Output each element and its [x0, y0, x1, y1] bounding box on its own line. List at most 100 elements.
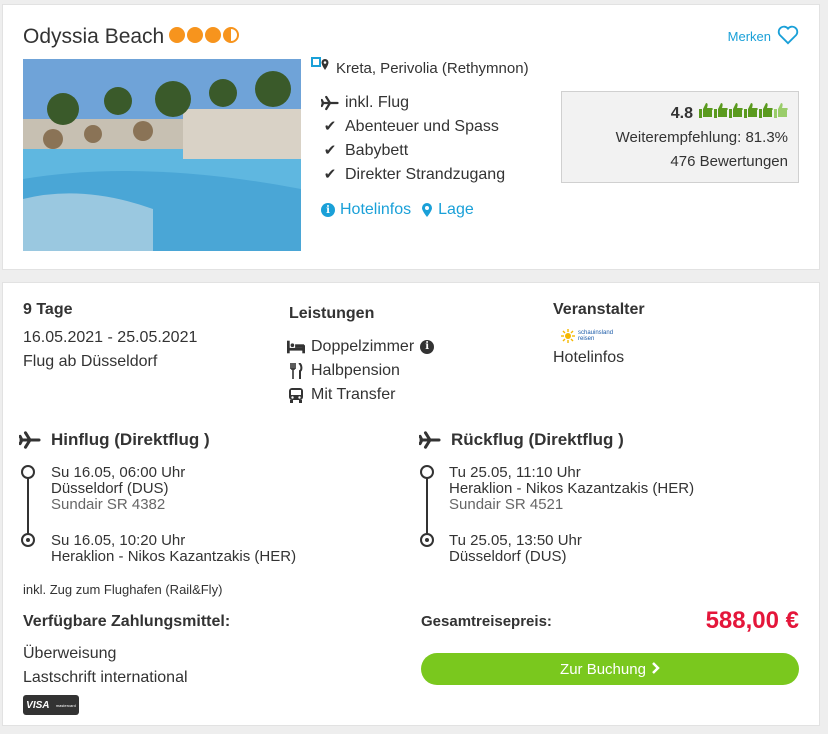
rail-note: inkl. Zug zum Flughafen (Rail&Fly) [23, 582, 223, 597]
map-marker-icon [421, 202, 433, 218]
arrival-airport-name: Düsseldorf (DUS) [449, 548, 567, 565]
thumb-up-icon [744, 102, 758, 126]
arrival-time: Su 16.05, 10:20 Uhr [51, 532, 186, 549]
book-button-label: Zur Buchung [560, 660, 646, 678]
bed-icon [287, 340, 305, 354]
services-list: Doppelzimmer i Halbpension Mit Transfer [287, 335, 435, 407]
star-rating [169, 27, 239, 43]
feature-label: Abenteuer und Spass [345, 118, 499, 135]
thumbs-rating [699, 102, 788, 126]
location-text: Kreta, Perivolia (Rethymnon) [336, 59, 529, 77]
star-icon [169, 27, 185, 43]
timeline-start-dot [420, 465, 434, 479]
plane-icon [19, 431, 41, 449]
flight-number: Sundair SR 4382 [51, 496, 166, 513]
hotel-links: i Hotelinfos Lage [321, 201, 474, 219]
plane-icon [419, 431, 441, 449]
payment-cards: VISA mastercard [23, 695, 79, 715]
plane-icon [321, 95, 339, 111]
service-label: Mit Transfer [311, 386, 396, 403]
departure-airport-name: Heraklion - Nikos Kazantzakis (HER) [449, 480, 695, 497]
timeline-end-dot [420, 533, 434, 547]
offer-card: 9 Tage 16.05.2021 - 25.05.2021 Flug ab D… [2, 282, 820, 726]
hotelinfos-label: Hotelinfos [340, 201, 412, 218]
price-label: Gesamtreisepreis: [421, 613, 552, 630]
payment-method: Überweisung [23, 645, 117, 662]
sun-logo-icon [561, 329, 575, 343]
outbound-title: Hinflug (Direktflug ) [51, 430, 210, 449]
inbound-arrival: Tu 25.05, 13:50 Uhr Düsseldorf (DUS) [449, 533, 582, 565]
departure-time: Su 16.05, 06:00 Uhr [51, 464, 186, 481]
flight-number: Sundair SR 4521 [449, 496, 564, 513]
service-item: Doppelzimmer i [287, 335, 435, 359]
hotelinfos-link[interactable]: i Hotelinfos [321, 201, 411, 219]
rating-box[interactable]: 4.8 Weiterempfehlung: 81.3% 476 Bewertun… [561, 91, 799, 183]
thumb-up-icon [714, 102, 728, 126]
feature-item: ✔ Direkter Strandzugang [321, 163, 505, 187]
travel-dates: 16.05.2021 - 25.05.2021 [23, 329, 198, 346]
chevron-right-icon [652, 661, 660, 678]
operator-hotelinfos-link[interactable]: Hotelinfos [553, 349, 624, 367]
service-label: Halbpension [311, 362, 400, 379]
card-logos-icon: VISA mastercard [23, 695, 79, 715]
book-button[interactable]: Zur Buchung [421, 653, 799, 685]
feature-label: Direkter Strandzugang [345, 166, 506, 183]
total-price: 588,00 € [705, 607, 799, 634]
outbound-timeline [27, 477, 29, 539]
service-item: Halbpension [287, 359, 434, 383]
feature-item: ✔ Babybett [321, 139, 505, 163]
hotel-photo[interactable] [23, 59, 301, 251]
service-label: Doppelzimmer [311, 338, 415, 355]
lage-link[interactable]: Lage [421, 201, 474, 219]
service-item: Mit Transfer [287, 383, 434, 407]
feature-item: ✔ Abenteuer und Spass [321, 115, 505, 139]
feature-label: Babybett [345, 142, 409, 159]
merken-label: Merken [727, 29, 771, 44]
mastercard-logo: mastercard [55, 702, 76, 708]
hotel-name[interactable]: Odyssia Beach [23, 25, 164, 49]
recommendation-text: Weiterempfehlung: 81.3% [615, 129, 788, 146]
lage-label: Lage [438, 201, 474, 218]
check-icon: ✔ [323, 166, 337, 183]
services-title: Leistungen [289, 305, 375, 322]
heart-icon [777, 25, 799, 48]
timeline-start-dot [21, 465, 35, 479]
inbound-timeline [426, 477, 428, 539]
feature-item: inkl. Flug [321, 91, 505, 115]
info-icon: i [321, 203, 335, 217]
location: Kreta, Perivolia (Rethymnon) [311, 57, 529, 79]
departure-airport: Flug ab Düsseldorf [23, 353, 158, 370]
inbound-title: Rückflug (Direktflug ) [451, 430, 624, 449]
feature-list: inkl. Flug ✔ Abenteuer und Spass ✔ Babyb… [321, 91, 505, 187]
info-icon[interactable]: i [420, 340, 435, 354]
operator-logo: schauinsland reisen [561, 329, 613, 343]
star-icon [187, 27, 203, 43]
arrival-time: Tu 25.05, 13:50 Uhr [449, 532, 582, 549]
star-icon [205, 27, 221, 43]
check-icon: ✔ [323, 118, 337, 135]
outbound-departure: Su 16.05, 06:00 Uhr Düsseldorf (DUS) Sun… [51, 465, 185, 513]
visa-logo: VISA [26, 699, 50, 711]
check-icon: ✔ [323, 142, 337, 159]
utensils-icon [287, 363, 305, 379]
thumb-up-icon [759, 102, 773, 126]
inbound-title-row: Rückflug (Direktflug ) [419, 430, 624, 450]
bus-icon [287, 387, 305, 403]
reviews-count: 476 Bewertungen [670, 153, 788, 170]
inbound-departure: Tu 25.05, 11:10 Uhr Heraklion - Nikos Ka… [449, 465, 694, 513]
outbound-arrival: Su 16.05, 10:20 Uhr Heraklion - Nikos Ka… [51, 533, 296, 565]
thumb-up-icon [729, 102, 743, 126]
departure-airport-name: Düsseldorf (DUS) [51, 480, 169, 497]
timeline-end-dot [21, 533, 35, 547]
departure-time: Tu 25.05, 11:10 Uhr [449, 464, 581, 481]
duration: 9 Tage [23, 301, 73, 318]
payment-method: Lastschrift international [23, 669, 188, 686]
feature-label: inkl. Flug [345, 94, 410, 111]
merken-button[interactable]: Merken [728, 25, 799, 48]
hotel-card: Odyssia Beach Merken Kreta, Perivolia (R… [2, 4, 820, 270]
rating-score-row: 4.8 [562, 102, 788, 126]
arrival-airport-name: Heraklion - Nikos Kazantzakis (HER) [51, 548, 297, 565]
thumb-up-icon [699, 102, 713, 126]
payment-title: Verfügbare Zahlungsmittel: [23, 613, 231, 630]
map-pin-icon [311, 57, 333, 79]
